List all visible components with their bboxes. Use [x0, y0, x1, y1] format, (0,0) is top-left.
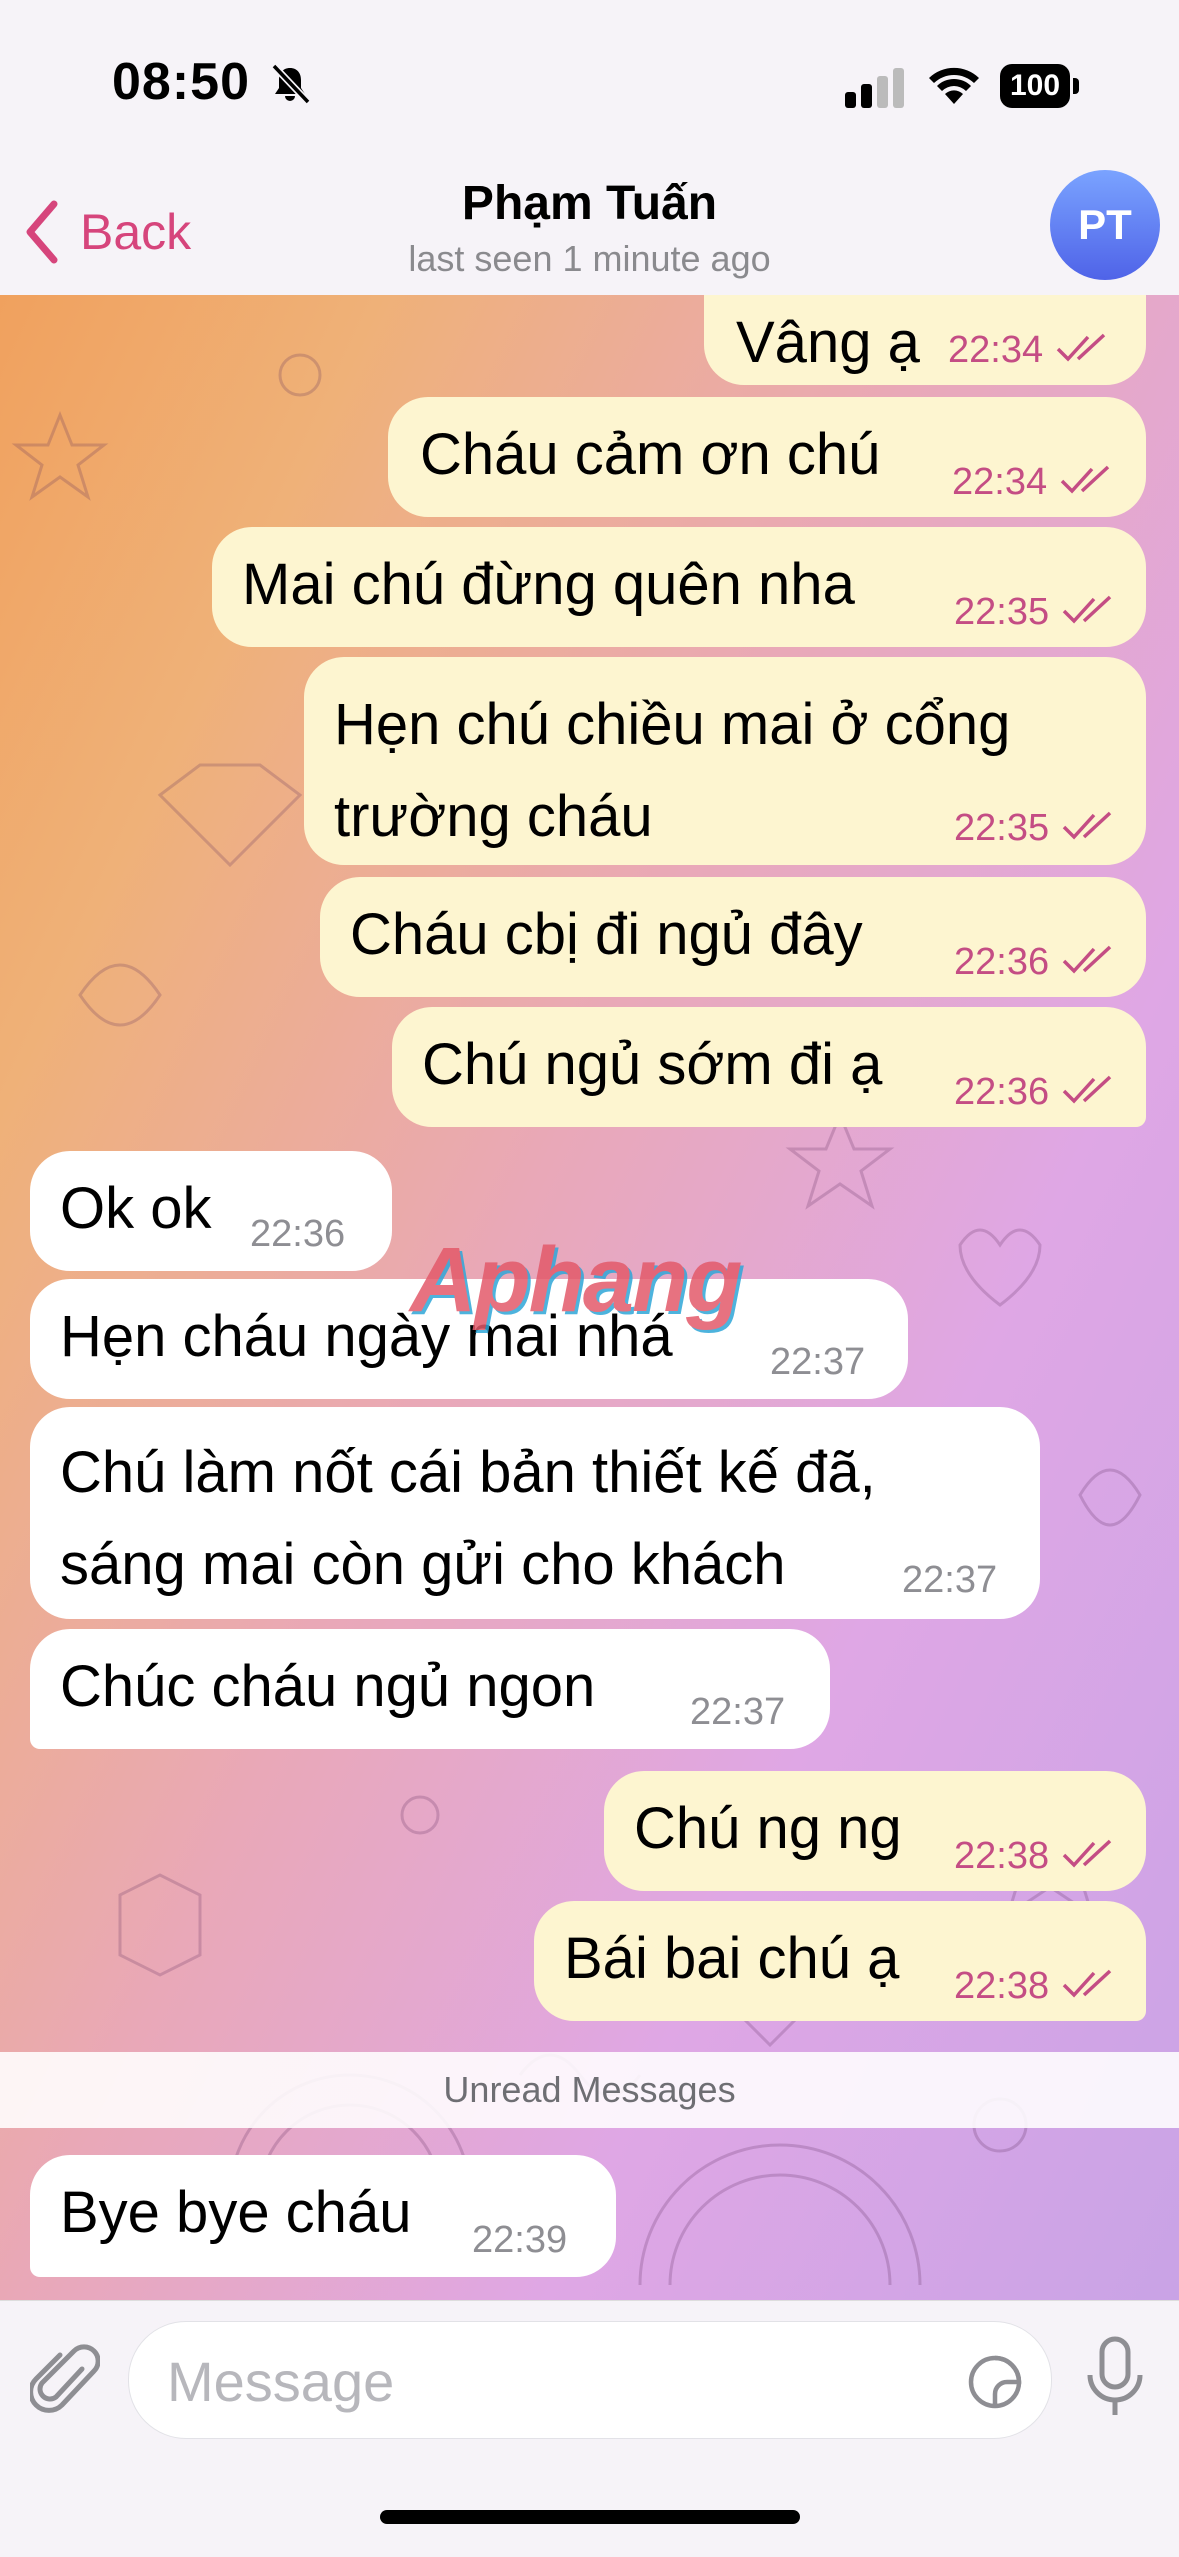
- message-text: Chú làm nốt cái bản thiết kế đã, sáng ma…: [60, 1440, 876, 1597]
- message-bubble-outgoing[interactable]: Chú ngủ sớm đi ạ 22:36: [392, 1007, 1146, 1127]
- message-text: Chú ngủ sớm đi ạ: [422, 1032, 883, 1097]
- sticker-icon[interactable]: [967, 2354, 1023, 2410]
- message-time: 22:36: [954, 941, 1050, 983]
- message-text: Mai chú đừng quên nha: [242, 552, 855, 617]
- home-indicator[interactable]: [380, 2510, 800, 2524]
- watermark-logo: Aphang: [410, 1229, 742, 1331]
- message-time: 22:37: [690, 1691, 786, 1733]
- contact-name[interactable]: Phạm Tuấn: [0, 176, 1179, 231]
- message-bubble-incoming[interactable]: Chú làm nốt cái bản thiết kế đã, sáng ma…: [30, 1407, 1040, 1619]
- message-bubble-outgoing[interactable]: Mai chú đừng quên nha 22:35: [212, 527, 1146, 647]
- battery-level: 100: [1009, 69, 1061, 102]
- message-bubble-incoming[interactable]: Ok ok 22:36: [30, 1151, 392, 1271]
- message-bubble-outgoing[interactable]: Cháu cbị đi ngủ đây 22:36: [320, 877, 1146, 997]
- double-check-icon: [1062, 945, 1112, 974]
- message-bubble-incoming[interactable]: Chúc cháu ngủ ngon 22:37: [30, 1629, 830, 1749]
- status-bar: 08:50 100: [0, 0, 1179, 170]
- double-check-icon: [1060, 465, 1110, 494]
- message-bubble-outgoing[interactable]: Bái bai chú ạ 22:38: [534, 1901, 1146, 2021]
- double-check-icon: [1056, 333, 1106, 362]
- message-text: Chúc cháu ngủ ngon: [60, 1654, 596, 1719]
- message-bubble-incoming[interactable]: Bye bye cháu 22:39: [30, 2155, 616, 2277]
- double-check-icon: [1062, 595, 1112, 624]
- message-text: Hẹn chú chiều mai ở cổng trường cháu: [334, 692, 1011, 849]
- message-time: 22:39: [472, 2219, 568, 2261]
- message-time: 22:37: [902, 1559, 998, 1601]
- message-time: 22:35: [954, 591, 1050, 633]
- message-text: Cháu cbị đi ngủ đây: [350, 902, 863, 967]
- message-bubble-outgoing[interactable]: Cháu cảm ơn chú 22:34: [388, 397, 1146, 517]
- message-bubble-outgoing[interactable]: Hẹn chú chiều mai ở cổng trường cháu 22:…: [304, 657, 1146, 865]
- battery-icon: 100: [1000, 64, 1080, 108]
- double-check-icon: [1062, 811, 1112, 840]
- double-check-icon: [1062, 1969, 1112, 1998]
- message-text: Ok ok: [60, 1176, 212, 1241]
- message-text: Vâng ạ: [736, 310, 920, 375]
- message-time: 22:38: [954, 1965, 1050, 2007]
- message-time: 22:36: [250, 1213, 346, 1255]
- message-time: 22:37: [770, 1341, 866, 1383]
- message-field[interactable]: [128, 2321, 1052, 2440]
- unread-messages-divider: Unread Messages: [0, 2052, 1179, 2128]
- status-time: 08:50: [112, 53, 250, 111]
- signal-icon: [845, 68, 904, 108]
- message-time: 22:34: [948, 329, 1044, 371]
- bell-slash-icon: [271, 63, 311, 105]
- double-check-icon: [1062, 1839, 1112, 1868]
- message-time: 22:38: [954, 1835, 1050, 1877]
- message-text: Chú ng ng: [634, 1796, 902, 1861]
- avatar[interactable]: PT: [1050, 170, 1160, 280]
- attachment-icon[interactable]: [30, 2339, 100, 2419]
- message-time: 22:36: [954, 1071, 1050, 1113]
- message-text: Bái bai chú ạ: [564, 1926, 900, 1991]
- double-check-icon: [1062, 1075, 1112, 1104]
- chat-header: Back Phạm Tuấn last seen 1 minute ago PT: [0, 170, 1179, 296]
- last-seen-status: last seen 1 minute ago: [408, 238, 771, 279]
- wifi-icon: [929, 67, 979, 104]
- microphone-icon[interactable]: [1082, 2335, 1148, 2421]
- message-time: 22:34: [952, 461, 1048, 503]
- message-text: Cháu cảm ơn chú: [420, 422, 881, 487]
- message-text: Bye bye cháu: [60, 2180, 412, 2245]
- message-time: 22:35: [954, 807, 1050, 849]
- message-bubble-outgoing[interactable]: Chú ng ng 22:38: [604, 1771, 1146, 1891]
- message-bubble-outgoing[interactable]: Vâng ạ 22:34: [704, 295, 1146, 385]
- message-input[interactable]: [165, 2322, 949, 2440]
